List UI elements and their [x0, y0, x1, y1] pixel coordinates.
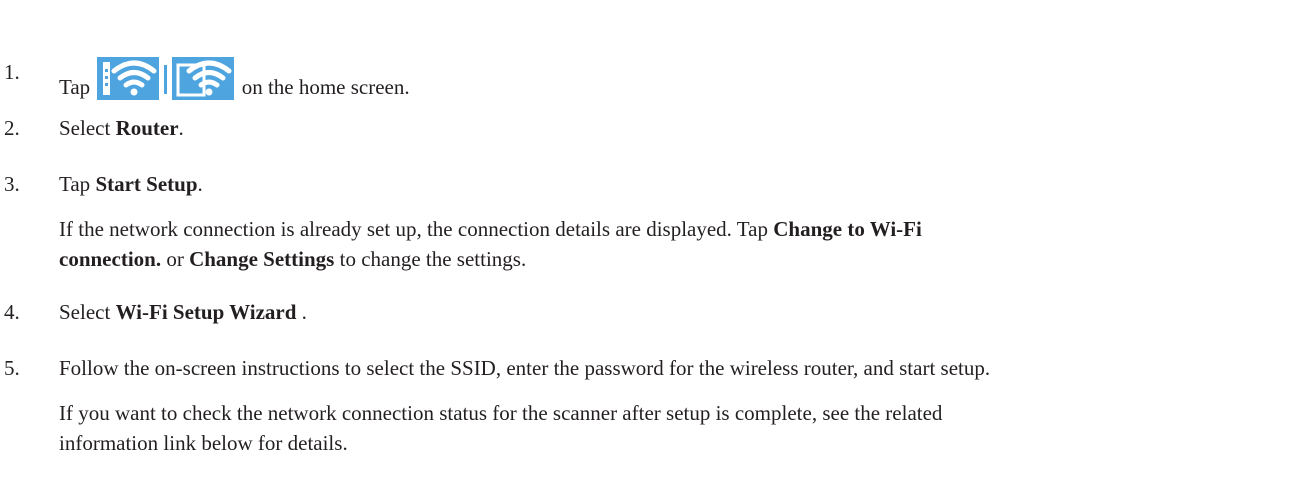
step-5-note: If you want to check the network connect… — [59, 398, 1289, 458]
note-text: to change the settings. — [334, 247, 527, 271]
step-text-after-icon: on the home screen. — [241, 75, 410, 99]
wifi-ethernet-status-icon — [97, 57, 235, 100]
note-text: or — [161, 247, 190, 271]
step-prefix: Select — [59, 116, 116, 140]
note-line: If the network connection is already set… — [59, 214, 1289, 244]
ui-term: Change Settings — [189, 247, 335, 271]
step-text: Select Router. — [59, 113, 184, 143]
wifi-printer-icon — [97, 57, 160, 100]
separator — [164, 65, 168, 94]
ui-term: Change to Wi-Fi — [773, 217, 922, 241]
note-line: connection. or Change Settings to change… — [59, 244, 1289, 274]
step-number: 5. — [4, 356, 20, 380]
wifi-device-icon — [172, 57, 235, 100]
step-text: Tap Start Setup. — [59, 169, 203, 199]
step-suffix: . — [197, 172, 203, 196]
step-number: 4. — [4, 300, 20, 324]
step-number: 2. — [4, 116, 20, 140]
step-text: Follow the on-screen instructions to sel… — [59, 356, 991, 380]
step-text-before-icon: Tap — [59, 75, 91, 99]
note-text: If the network connection is already set… — [59, 217, 774, 241]
step-suffix: . — [178, 116, 184, 140]
step-prefix: Tap — [59, 172, 96, 196]
ui-term: Router — [115, 116, 179, 140]
ui-term: Start Setup — [95, 172, 198, 196]
note-line: information link below for details. — [59, 431, 348, 455]
ui-term: connection. — [59, 247, 162, 271]
step-prefix: Select — [59, 300, 116, 324]
step-suffix: . — [296, 300, 307, 324]
ui-term: Wi-Fi Setup Wizard — [115, 300, 297, 324]
step-text: Tap on the home screen. — [59, 57, 410, 102]
step-number: 3. — [4, 172, 20, 196]
step-number: 1. — [4, 60, 20, 84]
step-3-note: If the network connection is already set… — [59, 214, 1289, 274]
note-line: If you want to check the network connect… — [59, 401, 943, 425]
step-text: Select Wi-Fi Setup Wizard . — [59, 297, 307, 327]
